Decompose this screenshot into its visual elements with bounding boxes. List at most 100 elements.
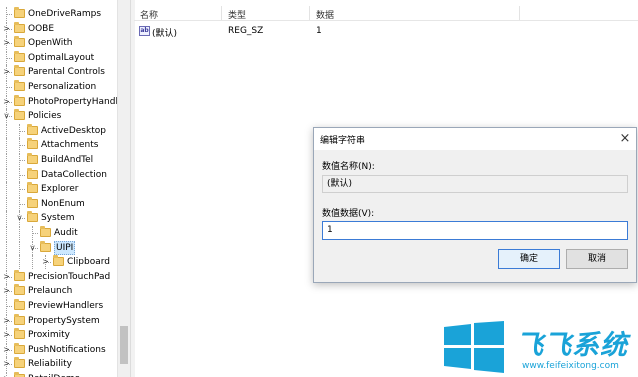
- string-value-icon: ab: [139, 26, 150, 36]
- chevron-right-icon[interactable]: >: [2, 24, 11, 33]
- tree-item[interactable]: ActiveDesktop: [0, 123, 130, 138]
- tree-item-label: PhotoPropertyHandle: [28, 96, 124, 107]
- values-list-header: 名称 类型 数据: [134, 6, 638, 21]
- value-data-label: 数值数据(V):: [322, 209, 375, 219]
- registry-value-row[interactable]: ab (默认) REG_SZ 1: [134, 25, 638, 39]
- tree-item[interactable]: > Prelaunch: [0, 284, 130, 299]
- tree-item[interactable]: BuildAndTel: [0, 153, 130, 167]
- tree-item[interactable]: Audit: [0, 226, 130, 240]
- site-watermark: 飞飞系统 www.feifeixitong.com: [436, 320, 638, 377]
- chevron-down-icon[interactable]: v: [2, 111, 11, 120]
- registry-key-tree[interactable]: OneDriveRamps > OOBE > OpenWith OptimalLayout…: [0, 0, 130, 377]
- chevron-right-icon[interactable]: >: [2, 38, 11, 47]
- chevron-right-icon[interactable]: >: [2, 67, 11, 76]
- folder-icon: [14, 94, 25, 106]
- tree-item-label: Prelaunch: [28, 286, 73, 297]
- chevron-right-icon[interactable]: >: [2, 345, 11, 354]
- column-header-data[interactable]: 数据: [316, 8, 334, 21]
- tree-item-label: ActiveDesktop: [41, 125, 106, 136]
- tree-item[interactable]: DataCollection: [0, 167, 130, 182]
- tree-item-label: UIPI: [54, 240, 76, 255]
- tree-item[interactable]: > PhotoPropertyHandle: [0, 94, 130, 109]
- folder-icon: [14, 109, 25, 121]
- chevron-right-icon[interactable]: >: [2, 286, 11, 295]
- tree-item-label: System: [41, 213, 75, 224]
- tree-item[interactable]: PreviewHandlers: [0, 299, 130, 313]
- folder-icon: [27, 123, 38, 135]
- column-separator[interactable]: [221, 6, 222, 20]
- folder-icon: [27, 182, 38, 194]
- ok-button[interactable]: 确定: [498, 249, 560, 269]
- folder-icon: [14, 328, 25, 340]
- chevron-right-icon[interactable]: >: [2, 316, 11, 325]
- chevron-right-icon[interactable]: >: [41, 257, 50, 266]
- tree-guide-line: [6, 123, 7, 138]
- tree-guide-line: [19, 240, 20, 255]
- tree-item-label: PropertySystem: [28, 315, 100, 326]
- chevron-right-icon[interactable]: >: [2, 330, 11, 339]
- tree-item[interactable]: > OpenWith: [0, 36, 130, 51]
- tree-guide-line: [6, 138, 7, 153]
- tree-item[interactable]: v System: [0, 211, 130, 226]
- tree-guide-line: [6, 167, 7, 182]
- folder-icon: [14, 299, 25, 310]
- tree-item[interactable]: > Parental Controls: [0, 65, 130, 80]
- tree-item[interactable]: > PrecisionTouchPad: [0, 269, 130, 284]
- folder-icon: [27, 167, 38, 179]
- column-header-type[interactable]: 类型: [228, 8, 246, 21]
- tree-item-label: Personalization: [28, 82, 97, 92]
- tree-item-label: Clipboard: [67, 257, 110, 268]
- tree-item[interactable]: > PushNotifications: [0, 342, 130, 357]
- tree-guide-line: [6, 211, 7, 226]
- folder-icon: [14, 313, 25, 325]
- tree-guide-line: [6, 182, 7, 197]
- tree-item-label: Explorer: [41, 184, 79, 195]
- tree-item[interactable]: v Policies: [0, 109, 130, 124]
- value-name-label: 数值名称(N):: [322, 162, 375, 172]
- folder-icon: [14, 80, 25, 91]
- value-data-input[interactable]: 1: [322, 221, 628, 240]
- tree-item-label: Reliability: [28, 359, 72, 370]
- dialog-titlebar[interactable]: 编辑字符串 ×: [314, 128, 636, 150]
- chevron-right-icon[interactable]: >: [2, 272, 11, 281]
- scrollbar-thumb[interactable]: [120, 326, 128, 364]
- tree-item[interactable]: > Clipboard: [0, 255, 130, 270]
- tree-item[interactable]: NonEnum: [0, 196, 130, 211]
- folder-icon: [14, 357, 25, 369]
- tree-scrollbar[interactable]: [117, 0, 130, 377]
- tree-item[interactable]: OptimalLayout: [0, 50, 130, 65]
- column-separator[interactable]: [519, 6, 520, 20]
- tree-item[interactable]: >RetailDemo: [0, 372, 130, 377]
- tree-item[interactable]: OneDriveRamps: [0, 7, 130, 21]
- folder-icon: [14, 50, 25, 62]
- tree-item[interactable]: > Proximity: [0, 328, 130, 343]
- watermark-url: www.feifeixitong.com: [522, 361, 619, 371]
- tree-guide-line: [6, 226, 7, 240]
- column-header-name[interactable]: 名称: [140, 8, 158, 21]
- chevron-down-icon[interactable]: v: [15, 213, 24, 222]
- value-name-field: (默认): [322, 175, 628, 193]
- cancel-button[interactable]: 取消: [566, 249, 628, 269]
- tree-item[interactable]: Explorer: [0, 182, 130, 197]
- chevron-right-icon[interactable]: >: [2, 97, 11, 106]
- close-icon[interactable]: ×: [616, 130, 634, 148]
- folder-icon: [40, 226, 51, 237]
- tree-item[interactable]: > OOBE: [0, 21, 130, 36]
- tree-guide-line: [19, 189, 25, 191]
- tree-item-label: OneDriveRamps: [28, 9, 102, 19]
- tree-guide-line: [6, 57, 12, 59]
- folder-icon: [14, 284, 25, 296]
- tree-item[interactable]: > PropertySystem: [0, 313, 130, 328]
- edit-string-dialog: 编辑字符串 × 数值名称(N): (默认) 数值数据(V): 1 确定 取消: [313, 127, 637, 283]
- tree-guide-line: [6, 87, 12, 88]
- column-separator[interactable]: [309, 6, 310, 20]
- tree-item-label: NonEnum: [41, 198, 85, 209]
- chevron-right-icon[interactable]: >: [2, 359, 11, 368]
- tree-item[interactable]: Attachments: [0, 138, 130, 153]
- tree-item[interactable]: v UIPI: [0, 240, 130, 255]
- tree-item[interactable]: Personalization: [0, 80, 130, 94]
- pane-splitter[interactable]: [130, 0, 135, 377]
- folder-icon: [53, 255, 64, 267]
- chevron-down-icon[interactable]: v: [28, 243, 37, 252]
- tree-item[interactable]: > Reliability: [0, 357, 130, 372]
